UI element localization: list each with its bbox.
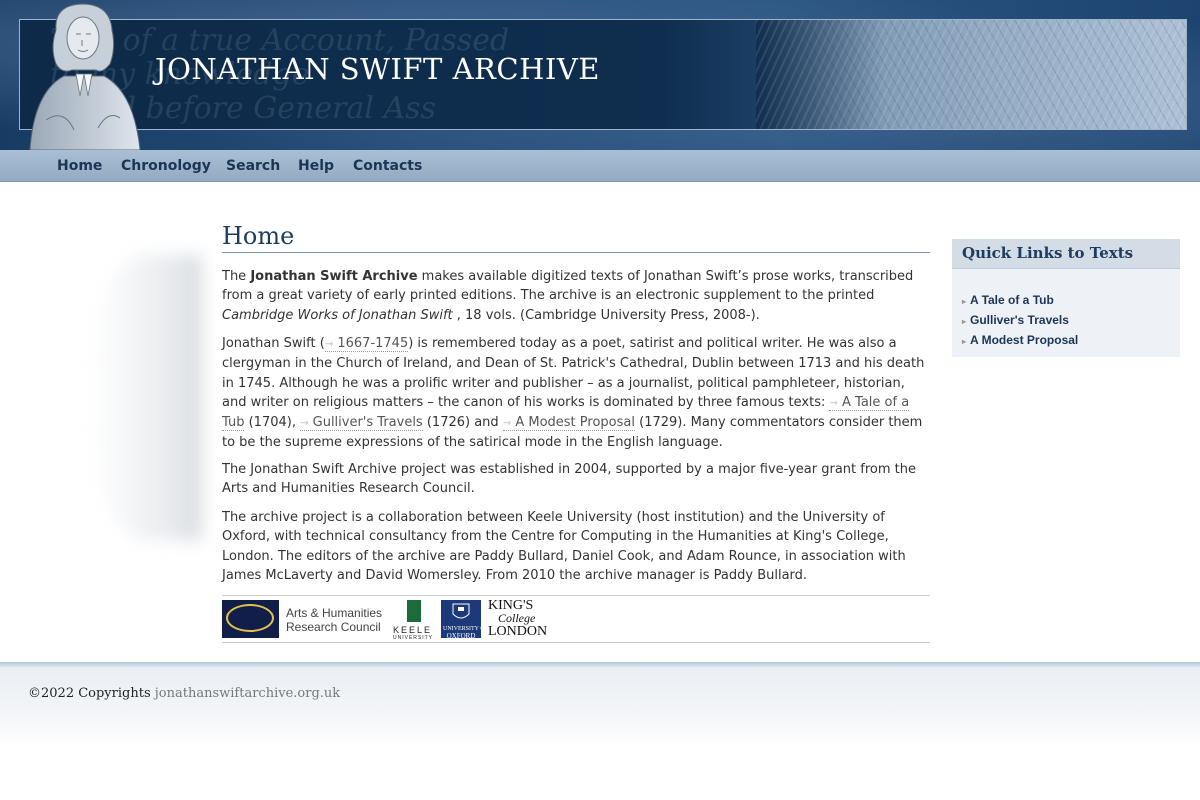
quick-link-tale-of-a-tub[interactable]: A Tale of a Tub bbox=[970, 293, 1054, 307]
link-label: 1667-1745 bbox=[337, 336, 409, 351]
keele-logo-text: KEELE UNIVERSITY bbox=[393, 625, 433, 641]
site-link[interactable]: jonathanswiftarchive.org.uk bbox=[155, 686, 340, 701]
link-label: Gulliver's Travels bbox=[312, 415, 423, 431]
copyright-label: ©2022 Copyrights bbox=[28, 686, 151, 701]
kings-college-logo-link[interactable]: KING'S College LONDON bbox=[488, 599, 548, 639]
quick-link-modest-proposal[interactable]: A Modest Proposal bbox=[970, 333, 1078, 347]
text: , 18 vols. (Cambridge University Press, … bbox=[452, 307, 760, 323]
ahrc-logo-icon bbox=[222, 600, 279, 638]
main-content: Home The Jonathan Swift Archive makes av… bbox=[222, 222, 930, 643]
link-modest-proposal[interactable]: ⇾ A Modest Proposal bbox=[502, 415, 635, 432]
nav-item-chronology[interactable]: Chronology bbox=[121, 158, 211, 174]
main-nav: Home Chronology Search Help Contacts bbox=[0, 150, 1200, 182]
quick-link-gullivers-travels[interactable]: Gulliver's Travels bbox=[970, 313, 1069, 327]
ahrc-line: Arts & Humanities bbox=[286, 606, 383, 620]
ahrc-line: Research Council bbox=[286, 620, 381, 634]
link-gullivers-travels[interactable]: ⇾ Gulliver's Travels bbox=[300, 415, 423, 432]
site-title: JONATHAN SWIFT ARCHIVE bbox=[155, 52, 600, 86]
link-arrow-icon: ⇾ bbox=[324, 339, 334, 350]
text: (1726) and bbox=[422, 415, 503, 431]
archive-name: Jonathan Swift Archive bbox=[250, 269, 418, 284]
decorative-shadow bbox=[90, 255, 202, 540]
edition-title: Cambridge Works of Jonathan Swift bbox=[222, 307, 453, 323]
footer: ©2022 Copyrights jonathanswiftarchive.or… bbox=[0, 667, 1200, 748]
arrow-icon: ▸ bbox=[962, 297, 967, 306]
keele-name: KEELE bbox=[393, 625, 433, 635]
header-banner: Tale of a true Account, Passed to my kno… bbox=[0, 0, 1200, 150]
battle-engraving-image bbox=[756, 20, 1186, 129]
oxford-crest-icon bbox=[452, 603, 470, 619]
portrait-engraving-icon bbox=[29, 3, 141, 150]
oxford-logo-text: UNIVERSITY OF OXFORD bbox=[443, 626, 488, 640]
quick-link-item[interactable]: ▸ A Modest Proposal bbox=[962, 331, 1180, 351]
partner-logos: Arts & Humanities Research Council KEELE… bbox=[222, 595, 930, 643]
kings-logo-text: KING'S College LONDON bbox=[488, 599, 548, 639]
nav-item-home[interactable]: Home bbox=[57, 158, 102, 174]
oxford-line: OXFORD bbox=[446, 632, 476, 640]
link-arrow-icon: ⇾ bbox=[502, 418, 512, 430]
link-label: A Modest Proposal bbox=[515, 415, 635, 431]
nav-item-contacts[interactable]: Contacts bbox=[353, 158, 422, 174]
collaboration-paragraph: The archive project is a collaboration b… bbox=[222, 510, 906, 583]
kings-line: LONDON bbox=[488, 624, 548, 639]
intro-paragraph: The Jonathan Swift Archive makes availab… bbox=[222, 267, 930, 325]
arrow-icon: ▸ bbox=[962, 337, 967, 346]
funding-paragraph: The Jonathan Swift Archive project was e… bbox=[222, 462, 916, 497]
ahrc-ring-icon bbox=[226, 604, 274, 632]
link-arrow-icon: ⇾ bbox=[300, 418, 309, 430]
quick-link-item[interactable]: ▸ A Tale of a Tub bbox=[962, 291, 1180, 311]
keele-logo-link[interactable]: KEELE UNIVERSITY bbox=[393, 600, 437, 641]
text: The bbox=[222, 269, 251, 284]
arrow-icon: ▸ bbox=[962, 317, 967, 326]
link-arrow-icon: ⇾ bbox=[829, 397, 838, 409]
quick-link-item[interactable]: ▸ Gulliver's Travels bbox=[962, 311, 1180, 331]
copyright-text: ©2022 Copyrights jonathanswiftarchive.or… bbox=[28, 686, 340, 701]
quick-links-list: ▸ A Tale of a Tub ▸ Gulliver's Travels ▸ A … bbox=[952, 269, 1180, 351]
biography-paragraph: Jonathan Swift (⇾ 1667-1745) is remember… bbox=[222, 334, 930, 453]
page-title: Home bbox=[222, 222, 930, 253]
keele-logo-icon bbox=[407, 600, 421, 622]
quick-links-title: Quick Links to Texts bbox=[952, 239, 1180, 269]
link-chronology-dates[interactable]: ⇾ 1667-1745 bbox=[324, 336, 409, 352]
text: Jonathan Swift ( bbox=[222, 336, 325, 351]
keele-sub: UNIVERSITY bbox=[393, 635, 434, 641]
nav-item-help[interactable]: Help bbox=[298, 158, 334, 174]
text: (1704), bbox=[244, 415, 301, 431]
oxford-logo-link[interactable]: UNIVERSITY OF OXFORD bbox=[441, 600, 488, 640]
nav-item-search[interactable]: Search bbox=[226, 158, 280, 174]
quick-links-panel: Quick Links to Texts ▸ A Tale of a Tub ▸ G… bbox=[952, 239, 1180, 357]
ahrc-logo-text: Arts & Humanities Research Council bbox=[286, 606, 382, 634]
